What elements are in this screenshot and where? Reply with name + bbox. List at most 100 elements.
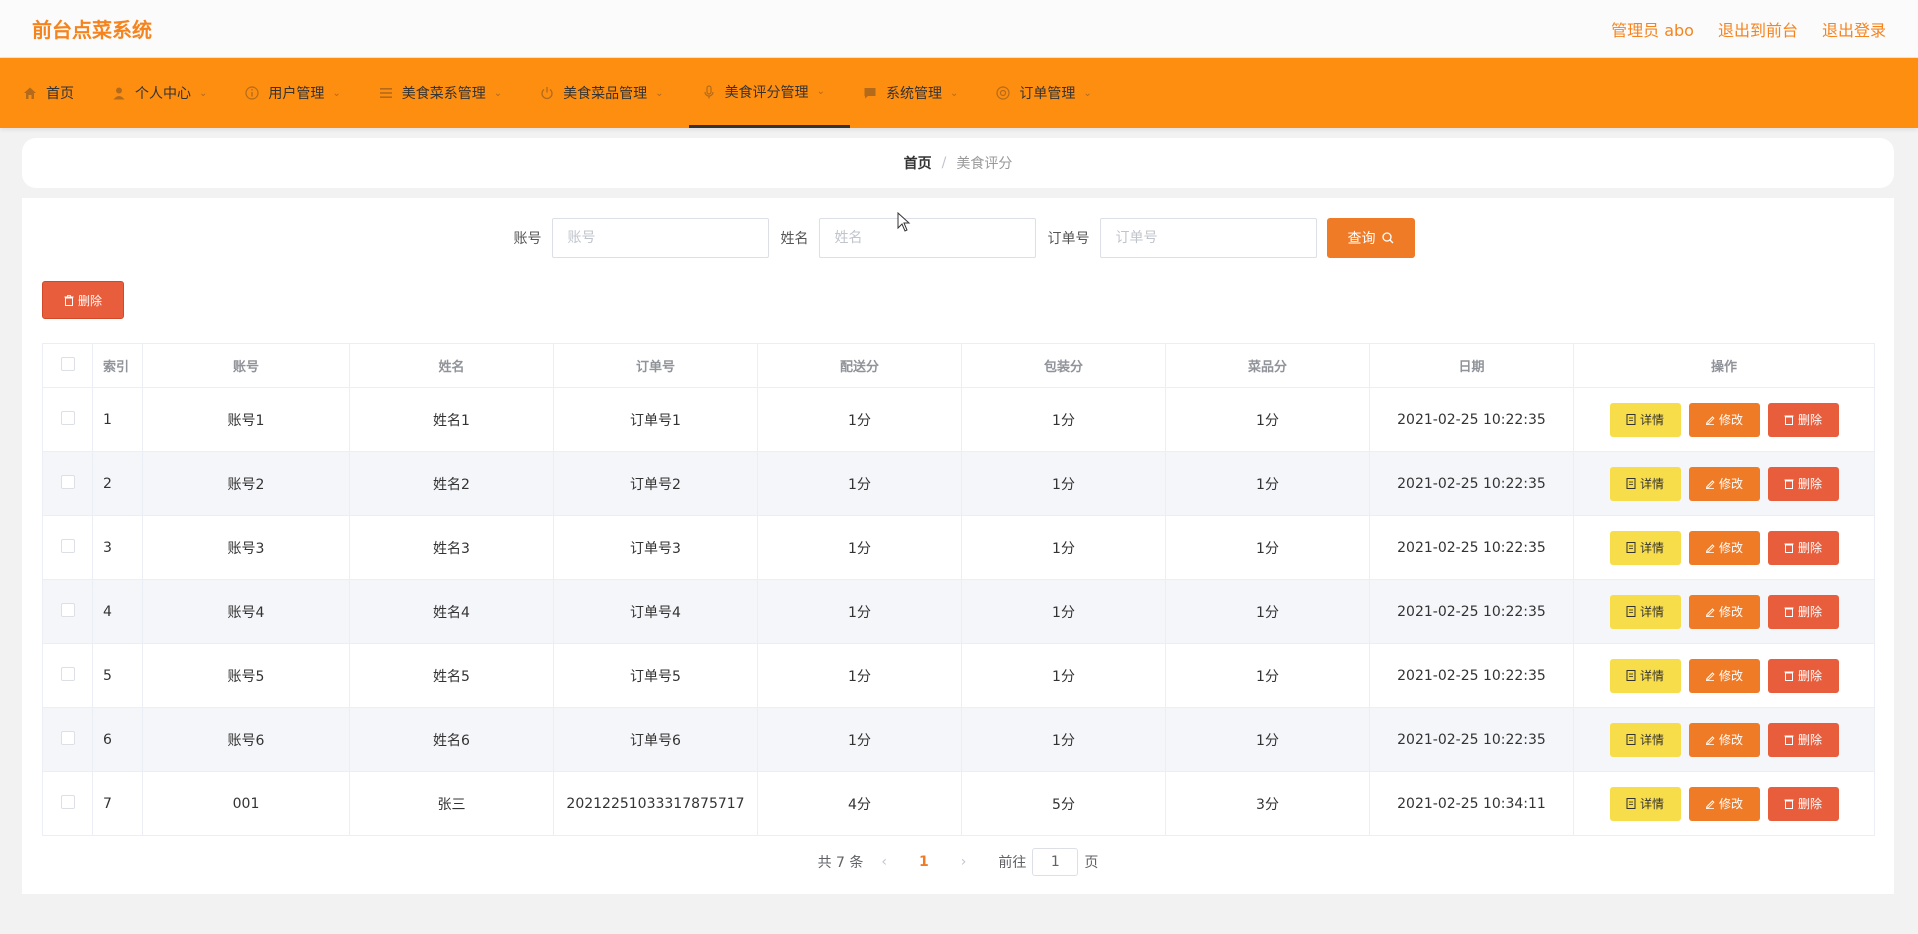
detail-button-label: 详情: [1639, 733, 1664, 747]
cell-name: 张三: [349, 771, 554, 836]
account-input[interactable]: [551, 218, 769, 258]
row-checkbox[interactable]: [60, 538, 75, 553]
order-label: 订单号: [1047, 231, 1090, 247]
row-checkbox-cell[interactable]: [42, 771, 93, 836]
chevron-down-icon: ⌄: [655, 87, 664, 99]
delete-button[interactable]: 删除: [1767, 402, 1839, 437]
cell-account: 账号4: [142, 579, 350, 644]
column-header: 姓名: [349, 343, 554, 388]
row-checkbox[interactable]: [60, 730, 75, 745]
row-checkbox[interactable]: [60, 410, 75, 425]
logout-link[interactable]: 退出登录: [1822, 17, 1886, 41]
edit-icon: [1705, 800, 1715, 809]
cell-account: 账号2: [142, 451, 350, 516]
chat-icon: [862, 85, 878, 101]
edit-button[interactable]: 修改: [1688, 722, 1760, 757]
detail-button[interactable]: 详情: [1609, 594, 1681, 629]
nav-item[interactable]: 系统管理 ⌄: [850, 58, 983, 128]
column-header: 日期: [1369, 343, 1574, 388]
main-nav: 首页 个人中心 ⌄ 用户管理 ⌄ 美食菜系管理 ⌄ 美食菜品管理 ⌄ 美食评分管理 ⌄ 系统管理 ⌄ 订单…: [0, 58, 1918, 128]
cell-packing: 1分: [961, 579, 1166, 644]
home-icon: [22, 85, 38, 101]
delete-button-label: 删除: [1797, 797, 1822, 811]
edit-icon: [1705, 608, 1715, 617]
nav-item[interactable]: 用户管理 ⌄: [232, 58, 365, 128]
nav-item[interactable]: 美食评分管理 ⌄: [688, 58, 850, 128]
detail-button-label: 详情: [1639, 413, 1664, 427]
cell-name: 姓名1: [349, 387, 554, 452]
nav-item[interactable]: 个人中心 ⌄: [99, 58, 232, 128]
nav-item[interactable]: 首页: [10, 58, 99, 128]
name-label: 姓名: [780, 231, 809, 247]
breadcrumb-home[interactable]: 首页: [904, 153, 932, 173]
trash-icon: [1784, 671, 1794, 681]
nav-item-label: 用户管理: [268, 86, 325, 102]
row-checkbox-cell[interactable]: [42, 643, 93, 708]
detail-button[interactable]: 详情: [1609, 530, 1681, 565]
delete-button[interactable]: 删除: [1767, 466, 1839, 501]
detail-button[interactable]: 详情: [1609, 786, 1681, 821]
cell-packing: 5分: [961, 771, 1166, 836]
select-all-checkbox[interactable]: [60, 356, 75, 371]
cell-date: 2021-02-25 10:22:35: [1369, 515, 1574, 580]
cell-packing: 1分: [961, 451, 1166, 516]
edit-button[interactable]: 修改: [1688, 786, 1760, 821]
chevron-down-icon: ⌄: [199, 87, 208, 99]
next-page-icon[interactable]: ›: [961, 854, 967, 870]
goto-page-input[interactable]: [1032, 848, 1079, 876]
page-number[interactable]: 1: [919, 854, 929, 870]
select-all-checkbox-cell[interactable]: [42, 343, 93, 388]
edit-button[interactable]: 修改: [1688, 594, 1760, 629]
prev-page-icon[interactable]: ‹: [881, 854, 887, 870]
table-row: 2 账号2 姓名2 订单号2 1分 1分 1分 2021-02-25 10:22:35 详情 修改…: [42, 451, 1875, 516]
back-to-front-link[interactable]: 退出到前台: [1718, 17, 1798, 41]
cell-index: 4: [92, 579, 143, 644]
delete-button[interactable]: 删除: [1767, 658, 1839, 693]
document-icon: [1626, 542, 1636, 553]
delete-button[interactable]: 删除: [1767, 722, 1839, 757]
nav-item[interactable]: 美食菜品管理 ⌄: [527, 58, 688, 128]
detail-button[interactable]: 详情: [1609, 658, 1681, 693]
row-checkbox[interactable]: [60, 794, 75, 809]
cell-order: 订单号4: [553, 579, 758, 644]
account-label: 账号: [513, 231, 542, 247]
row-checkbox[interactable]: [60, 602, 75, 617]
row-checkbox-cell[interactable]: [42, 451, 93, 516]
edit-button[interactable]: 修改: [1688, 402, 1760, 437]
cell-index: 1: [92, 387, 143, 452]
delete-button[interactable]: 删除: [1767, 786, 1839, 821]
nav-item[interactable]: 订单管理 ⌄: [983, 58, 1116, 128]
edit-button[interactable]: 修改: [1688, 530, 1760, 565]
trash-icon: [1784, 735, 1794, 745]
row-checkbox[interactable]: [60, 666, 75, 681]
row-checkbox-cell[interactable]: [42, 579, 93, 644]
power-icon: [539, 85, 555, 101]
batch-delete-button[interactable]: 删除: [42, 281, 124, 319]
detail-button[interactable]: 详情: [1609, 466, 1681, 501]
admin-label[interactable]: 管理员 abo: [1611, 17, 1694, 41]
edit-button[interactable]: 修改: [1688, 466, 1760, 501]
order-input[interactable]: [1099, 218, 1317, 258]
detail-button[interactable]: 详情: [1609, 402, 1681, 437]
nav-item-label: 美食菜品管理: [563, 86, 648, 102]
query-button[interactable]: 查询: [1326, 218, 1415, 258]
detail-button[interactable]: 详情: [1609, 722, 1681, 757]
cell-packing: 1分: [961, 643, 1166, 708]
delete-button[interactable]: 删除: [1767, 530, 1839, 565]
row-checkbox[interactable]: [60, 474, 75, 489]
row-checkbox-cell[interactable]: [42, 707, 93, 772]
cell-index: 2: [92, 451, 143, 516]
row-checkbox-cell[interactable]: [42, 515, 93, 580]
ratings-table: 索引 账号 姓名 订单号 配送分 包装分 菜品分 日期 操作 1 账号1 姓名1 订单…: [42, 343, 1875, 836]
name-input[interactable]: [818, 218, 1036, 258]
delete-button[interactable]: 删除: [1767, 594, 1839, 629]
search-bar: 账号 姓名 订单号 查询: [22, 218, 1894, 258]
edit-button[interactable]: 修改: [1688, 658, 1760, 693]
cell-date: 2021-02-25 10:34:11: [1369, 771, 1574, 836]
detail-button-label: 详情: [1639, 541, 1664, 555]
document-icon: [1626, 606, 1636, 617]
row-checkbox-cell[interactable]: [42, 387, 93, 452]
detail-button-label: 详情: [1639, 605, 1664, 619]
nav-item[interactable]: 美食菜系管理 ⌄: [366, 58, 527, 128]
document-icon: [1626, 798, 1636, 809]
